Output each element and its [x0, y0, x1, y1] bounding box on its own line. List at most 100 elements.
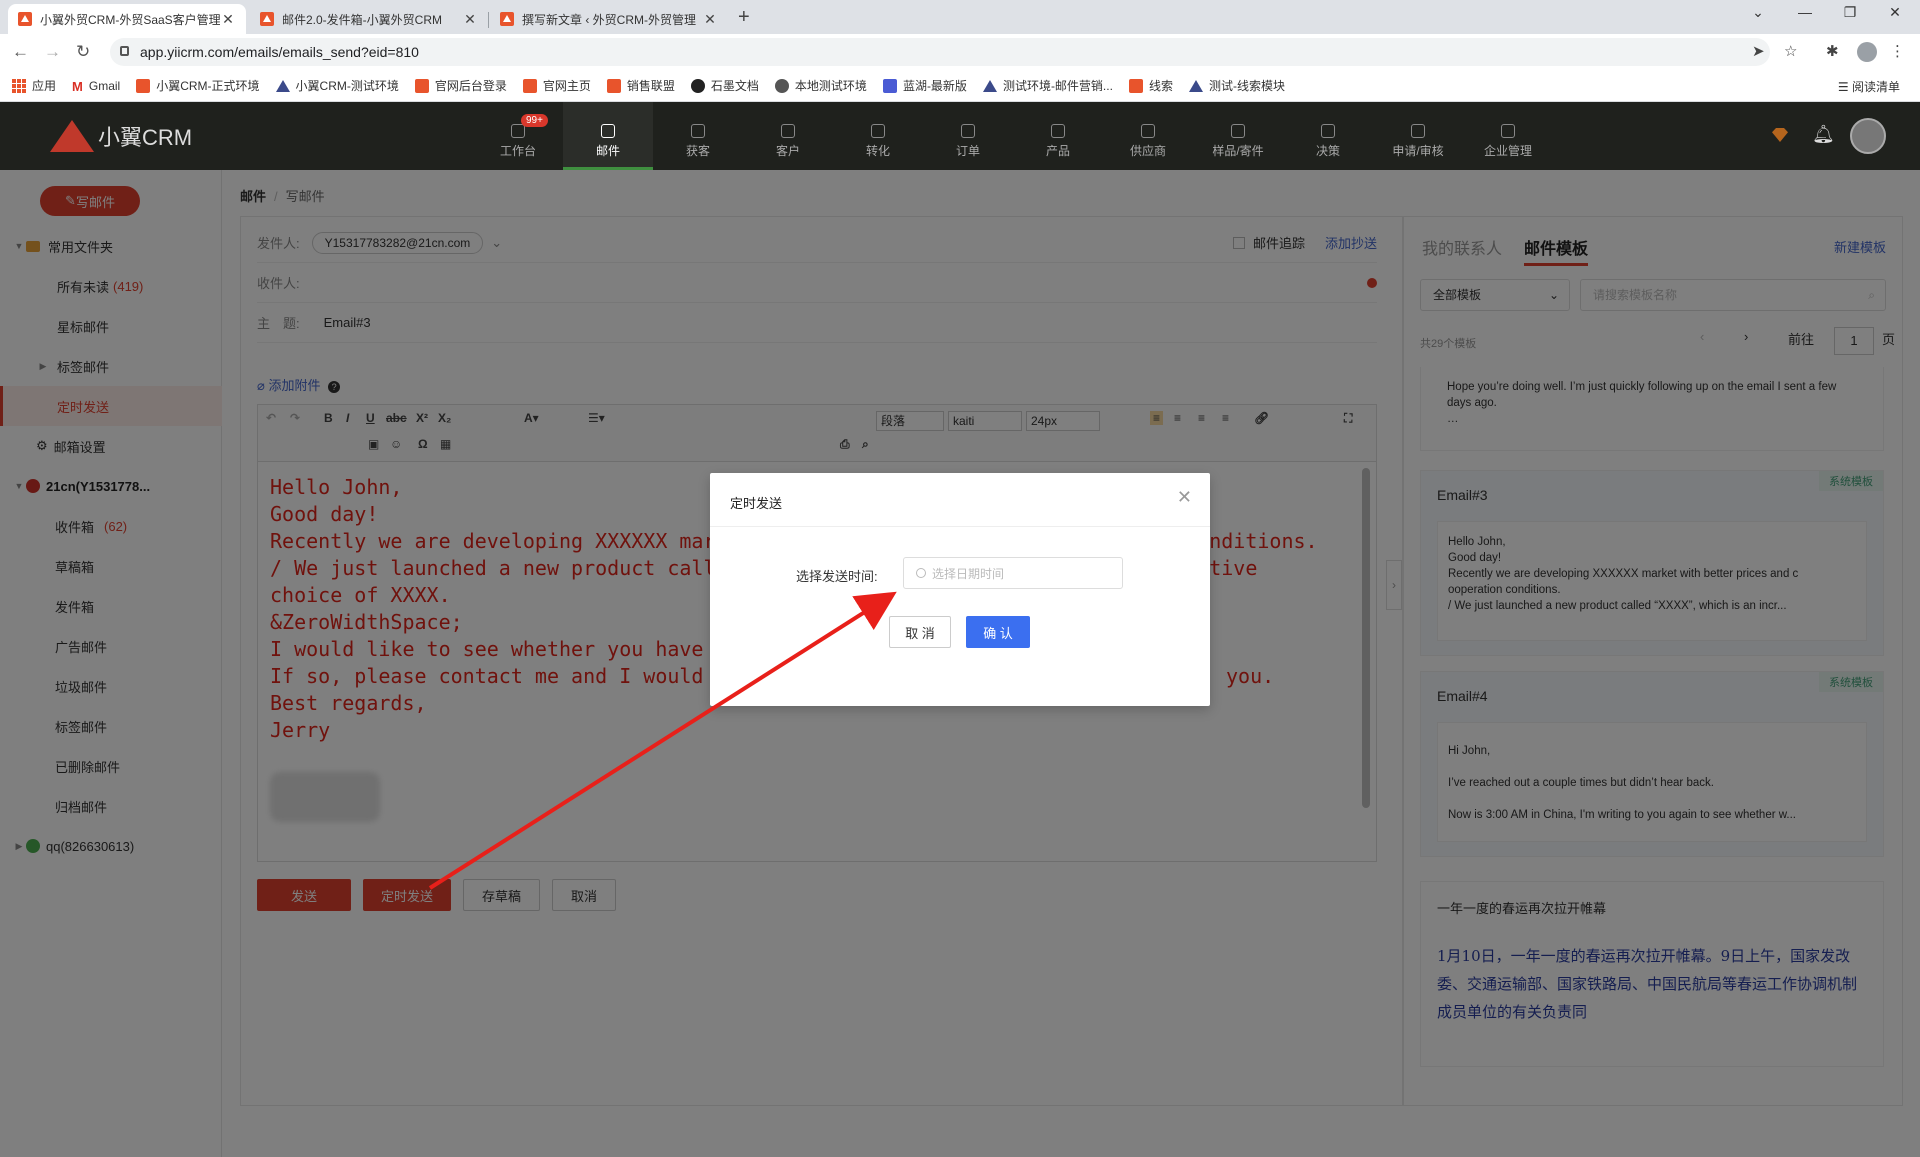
nav-label: 转化 — [865, 144, 890, 158]
reading-list[interactable]: ☰ 阅读清单 — [1838, 78, 1900, 95]
bookmark-label: 线索 — [1148, 79, 1173, 93]
nav-approvals[interactable]: 申请/审核 — [1373, 102, 1463, 170]
browser-menu-icon[interactable]: ⋮ — [1890, 42, 1905, 60]
product-icon — [1051, 124, 1065, 138]
bookmark-apps[interactable]: 应用 — [12, 77, 56, 94]
bookmark-label: 石墨文档 — [710, 79, 759, 93]
reading-list-icon: ☰ — [1837, 80, 1852, 94]
bookmark-lanhu[interactable]: 蓝湖-最新版 — [882, 77, 967, 94]
dialog-title: 定时发送 — [730, 496, 783, 511]
bookmark-star-icon[interactable]: ☆ — [1784, 42, 1797, 60]
nav-orders[interactable]: 订单 — [923, 102, 1013, 170]
approval-icon — [1411, 124, 1425, 138]
datetime-picker-input[interactable]: 选择日期时间 — [903, 557, 1123, 589]
tab-divider — [488, 12, 489, 28]
reading-list-label: 阅读清单 — [1851, 80, 1900, 94]
bookmark-shimo[interactable]: 石墨文档 — [690, 77, 759, 94]
bookmark-label: 小翼CRM-正式环境 — [156, 79, 260, 93]
app-logo[interactable]: 小翼CRM — [50, 120, 192, 152]
clock-icon — [916, 568, 926, 578]
bookmark-label: 应用 — [32, 79, 57, 93]
extensions-icon[interactable]: ✱ — [1826, 42, 1839, 60]
bookmark-test-leads[interactable]: 测试-线索模块 — [1188, 77, 1285, 94]
nav-label: 申请/审核 — [1392, 144, 1444, 158]
crm-icon — [522, 78, 537, 93]
nav-samples[interactable]: 样品/寄件 — [1193, 102, 1283, 170]
user-avatar[interactable] — [1850, 118, 1886, 154]
bookmark-label: Gmail — [88, 78, 121, 93]
schedule-send-dialog: 定时发送 ✕ 选择发送时间: 选择日期时间 取 消 确 认 — [710, 473, 1210, 706]
close-tab-icon[interactable]: ✕ — [462, 11, 478, 28]
nav-label: 订单 — [955, 144, 980, 158]
crm-icon — [414, 78, 429, 93]
datetime-placeholder: 选择日期时间 — [932, 566, 1005, 581]
dialog-confirm-button[interactable]: 确 认 — [966, 616, 1030, 648]
bookmark-leads[interactable]: 线索 — [1128, 77, 1173, 94]
crm-test-icon — [982, 79, 997, 92]
url-text: app.yiicrm.com/emails/emails_send?eid=81… — [140, 44, 419, 60]
notification-badge: 99+ — [521, 114, 548, 127]
window-close-icon[interactable]: ✕ — [1875, 4, 1915, 21]
app-header: 小翼CRM 99+ 工作台 邮件 获客 客户 转化 订单 产品 供应商 样品/寄件… — [0, 102, 1920, 170]
nav-label: 决策 — [1315, 144, 1340, 158]
bookmark-crm-prod[interactable]: 小翼CRM-正式环境 — [136, 77, 260, 94]
nav-workbench[interactable]: 99+ 工作台 — [473, 102, 563, 170]
close-tab-icon[interactable]: ✕ — [702, 11, 718, 28]
conversion-icon — [871, 124, 885, 138]
nav-suppliers[interactable]: 供应商 — [1103, 102, 1193, 170]
tab-title: 撰写新文章 ‹ 外贸CRM-外贸管理 — [522, 12, 696, 27]
tab-title: 小翼外贸CRM-外贸SaaS客户管理 — [40, 12, 220, 27]
tab-search-icon[interactable]: ⌄ — [1738, 4, 1778, 21]
tab-title: 邮件2.0-发件箱-小翼外贸CRM — [282, 12, 443, 27]
browser-tab-3[interactable]: 撰写新文章 ‹ 外贸CRM-外贸管理 ✕ — [490, 4, 728, 34]
browser-tab-strip: 小翼外贸CRM-外贸SaaS客户管理 ✕ 邮件2.0-发件箱-小翼外贸CRM ✕… — [0, 0, 1920, 34]
workbench-icon — [511, 124, 525, 138]
minimize-icon[interactable]: — — [1785, 4, 1825, 20]
nav-decisions[interactable]: 决策 — [1283, 102, 1373, 170]
bookmark-gmail[interactable]: M Gmail — [72, 78, 121, 94]
dialog-cancel-button[interactable]: 取 消 — [889, 616, 951, 648]
restore-icon[interactable]: ❐ — [1830, 4, 1870, 21]
nav-label: 工作台 — [499, 144, 536, 158]
url-field[interactable]: app.yiicrm.com/emails/emails_send?eid=81… — [110, 38, 1770, 66]
logo-mark-icon — [50, 120, 94, 152]
crm-icon — [136, 78, 151, 93]
bookmark-label: 测试环境-邮件营销... — [1002, 79, 1113, 93]
logo-text: 小翼CRM — [98, 125, 193, 150]
bookmark-label: 官网主页 — [542, 79, 591, 93]
close-icon[interactable]: ✕ — [1177, 487, 1192, 508]
bookmark-local-test[interactable]: 本地测试环境 — [774, 77, 867, 94]
bookmark-label: 蓝湖-最新版 — [902, 79, 967, 93]
bookmark-crm-test[interactable]: 小翼CRM-测试环境 — [275, 77, 399, 94]
close-tab-icon[interactable]: ✕ — [220, 11, 236, 28]
browser-tab-1[interactable]: 小翼外贸CRM-外贸SaaS客户管理 ✕ — [8, 4, 246, 34]
nav-conversion[interactable]: 转化 — [833, 102, 923, 170]
diamond-icon[interactable] — [1772, 128, 1788, 142]
bookmark-test-mail[interactable]: 测试环境-邮件营销... — [982, 77, 1113, 94]
nav-label: 供应商 — [1129, 144, 1166, 158]
forward-icon[interactable]: → — [44, 42, 61, 62]
bookmark-site-home[interactable]: 官网主页 — [522, 77, 591, 94]
reload-icon[interactable]: ↻ — [76, 42, 90, 62]
profile-avatar[interactable] — [1857, 42, 1877, 62]
send-time-label: 选择发送时间: — [796, 569, 878, 584]
nav-customers[interactable]: 客户 — [743, 102, 833, 170]
nav-mail[interactable]: 邮件 — [563, 102, 653, 170]
bookmark-sales-alliance[interactable]: 销售联盟 — [606, 77, 675, 94]
send-icon[interactable]: ➤ — [1752, 42, 1765, 60]
nav-enterprise[interactable]: 企业管理 — [1463, 102, 1553, 170]
new-tab-icon[interactable]: + — [738, 6, 750, 29]
nav-label: 获客 — [685, 144, 710, 158]
nav-label: 样品/寄件 — [1212, 144, 1264, 158]
nav-acquire[interactable]: 获客 — [653, 102, 743, 170]
bell-icon[interactable]: 🔔︎ — [1812, 124, 1835, 145]
back-icon[interactable]: ← — [12, 42, 29, 62]
nav-products[interactable]: 产品 — [1013, 102, 1103, 170]
bookmark-site-admin[interactable]: 官网后台登录 — [414, 77, 507, 94]
acquire-icon — [691, 124, 705, 138]
crm-icon — [606, 78, 621, 93]
nav-label: 产品 — [1045, 144, 1070, 158]
order-icon — [961, 124, 975, 138]
crm-favicon-icon — [500, 12, 514, 26]
browser-tab-2[interactable]: 邮件2.0-发件箱-小翼外贸CRM ✕ — [250, 4, 488, 34]
